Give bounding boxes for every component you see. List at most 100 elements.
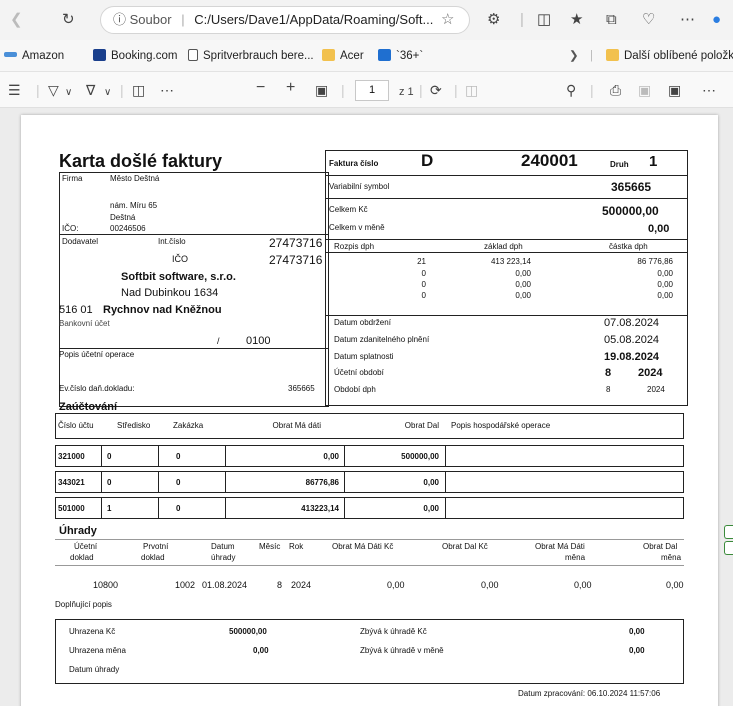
outlook-icon — [378, 49, 391, 61]
uhrady-col-datum-2: úhrady — [211, 553, 236, 562]
processing-date: Datum zpracování: 06.10.2024 11:57:06 — [518, 689, 661, 698]
celkem-label: Celkem Kč — [329, 205, 368, 214]
zbyva-kc-label: Zbývá k úhradě Kč — [360, 627, 427, 636]
zbyva-kc-value: 0,00 — [629, 627, 645, 636]
pdf-more-icon[interactable]: ⋯ — [702, 81, 716, 99]
url-field[interactable]: ⓘ Soubor | C:/Users/Dave1/AppData/Roamin… — [100, 6, 470, 34]
column-divider — [101, 445, 102, 467]
side-panel-button[interactable] — [724, 541, 733, 555]
zauct-zakazka: 0 — [176, 504, 181, 513]
favorite-other-folder[interactable]: Další oblíbené položky — [606, 48, 733, 64]
favorite-label: Booking.com — [111, 50, 178, 62]
zauct-ucet: 321000 — [58, 452, 85, 461]
zbyva-mena-label: Zbývá k úhradě v měně — [360, 646, 444, 655]
ucetni-obdobi-label: Účetní období — [334, 368, 384, 377]
uhrady-col-datum: Datum — [211, 542, 235, 551]
bank-slash: / — [217, 336, 220, 346]
rotate-icon[interactable]: ⟳ — [430, 81, 442, 99]
favorites-list-icon[interactable]: ★ — [570, 10, 583, 30]
highlight-icon[interactable]: ▽ — [48, 81, 59, 99]
firma-label: Firma — [62, 174, 83, 183]
performance-icon[interactable]: ♡ — [642, 10, 655, 30]
column-divider — [101, 497, 102, 519]
split-screen-icon[interactable]: ◫ — [537, 10, 551, 30]
column-divider — [344, 497, 345, 519]
save-as-icon[interactable]: ▣ — [668, 81, 681, 99]
column-divider — [344, 471, 345, 493]
favorite-star-icon[interactable]: ☆ — [441, 10, 454, 30]
ucetni-obdobi-month: 8 — [605, 367, 612, 379]
address-bar-row: ❮ ↻ ⓘ Soubor | C:/Users/Dave1/AppData/Ro… — [0, 0, 733, 40]
zauct-col-md: Obrat Má dáti — [272, 421, 321, 430]
popis-label: Popis účetní operace — [59, 350, 135, 359]
vat-rate: 0 — [421, 269, 426, 278]
divider — [59, 348, 329, 349]
divider — [325, 198, 688, 199]
uhrada-md-kc: 0,00 — [387, 580, 405, 590]
favorite-acer[interactable]: Acer — [322, 48, 364, 64]
print-icon[interactable]: ⎙ — [610, 81, 621, 99]
toolbar-more-icon[interactable]: ⋯ — [160, 81, 174, 99]
draw-dropdown-icon[interactable]: ∨ — [104, 84, 111, 102]
page-number-input[interactable]: 1 — [355, 80, 389, 101]
zoom-in-icon[interactable]: + — [286, 79, 295, 97]
highlight-dropdown-icon[interactable]: ∨ — [65, 84, 72, 102]
more-menu-icon[interactable]: ⋯ — [680, 10, 695, 30]
favorite-36[interactable]: `36+` — [378, 48, 423, 64]
contents-icon[interactable]: ☰ — [8, 81, 21, 99]
favorite-spritverbrauch[interactable]: Spritverbrauch bere... — [188, 48, 314, 64]
vat-rate: 0 — [421, 280, 426, 289]
column-divider — [225, 497, 226, 519]
search-icon[interactable]: ⚲ — [566, 81, 576, 99]
zauct-stredisko: 0 — [107, 478, 112, 487]
dodavatel-label: Dodavatel — [62, 237, 99, 246]
zauct-zakazka: 0 — [176, 478, 181, 487]
vat-base: 0,00 — [515, 269, 531, 278]
back-icon[interactable]: ❮ — [10, 10, 23, 30]
copilot-icon[interactable]: ● — [712, 10, 721, 30]
uhrazena-mena-value: 0,00 — [253, 646, 269, 655]
supplier-city: Rychnov nad Kněžnou — [103, 304, 222, 316]
zauct-col-popis: Popis hospodářské operace — [451, 421, 551, 430]
zoom-out-icon[interactable]: − — [256, 79, 265, 97]
uhrady-col-md-mena-2: měna — [565, 553, 586, 562]
uhrazena-kc-label: Uhrazena Kč — [69, 627, 116, 636]
extensions-icon[interactable]: ⚙ — [487, 10, 500, 30]
vat-rate: 0 — [421, 291, 426, 300]
zauct-col-dal: Obrat Dal — [404, 421, 439, 430]
uhrada-dal-mena: 0,00 — [666, 580, 684, 590]
vat-rate: 21 — [417, 257, 426, 266]
celkem-value: 500000,00 — [602, 204, 659, 218]
divider — [55, 565, 684, 566]
page-view-icon[interactable]: ◫ — [465, 81, 478, 99]
datum-splat-value: 19.08.2024 — [604, 351, 660, 363]
faktura-series: D — [421, 151, 434, 170]
int-cislo-value: 27473716 — [269, 236, 323, 250]
zauct-zakazka: 0 — [176, 452, 181, 461]
column-divider — [445, 445, 446, 467]
side-panel-button[interactable] — [724, 525, 733, 539]
favorite-booking[interactable]: Booking.com — [93, 48, 177, 64]
fit-page-icon[interactable]: ▣ — [315, 81, 328, 99]
zauct-stredisko: 0 — [107, 452, 112, 461]
favorites-overflow-icon[interactable]: ❯ — [569, 48, 579, 64]
draw-icon[interactable]: ∇ — [86, 81, 95, 99]
refresh-icon[interactable]: ↻ — [62, 10, 75, 30]
zauct-col-stredisko: Středisko — [117, 421, 151, 430]
divider — [325, 175, 688, 176]
uhrady-col-prvotni: Prvotní — [143, 542, 169, 551]
zauct-col-ucet: Číslo účtu — [58, 421, 94, 430]
text-box-icon[interactable]: ◫ — [132, 81, 145, 99]
favorite-amazon[interactable]: Amazon — [4, 48, 64, 64]
ico-label: IČO: — [62, 224, 79, 233]
info-icon[interactable]: ⓘ — [113, 12, 126, 27]
vat-amount: 86 776,86 — [637, 257, 673, 266]
uhrady-col-mesic: Měsíc — [259, 542, 281, 551]
save-icon[interactable]: ▣ — [638, 81, 651, 99]
zbyva-mena-value: 0,00 — [629, 646, 645, 655]
divider — [59, 234, 329, 235]
uhrady-col-dal-mena: Obrat Dal — [643, 542, 678, 551]
bank-label: Bankovní účet — [59, 319, 110, 328]
ico2-value: 27473716 — [269, 253, 323, 267]
collections-icon[interactable]: ⧉ — [606, 10, 617, 30]
